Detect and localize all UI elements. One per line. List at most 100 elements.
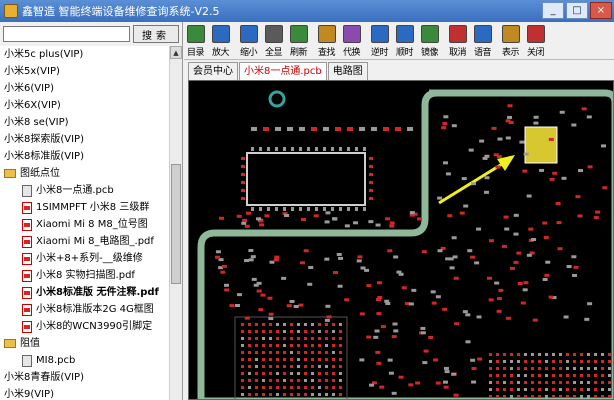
- toolbar-button-catalog[interactable]: 目录: [184, 22, 207, 60]
- pcb-pad: [573, 374, 576, 377]
- pcb-pad: [293, 304, 299, 308]
- pcb-pad: [563, 315, 569, 319]
- scroll-up-icon[interactable]: ▲: [170, 46, 182, 59]
- tab-1[interactable]: 小米8一点通.pcb: [239, 62, 327, 81]
- tree-item[interactable]: 小米6(VIP): [0, 80, 170, 97]
- tree-item[interactable]: 小米8标准版本2G 4G框图: [0, 301, 170, 318]
- tree-item[interactable]: 1SIMMPFT 小米8 三级群: [0, 199, 170, 216]
- tree-item[interactable]: Xiaomi Mi 8 M8_位号图: [0, 216, 170, 233]
- pcb-pad: [556, 221, 562, 225]
- pcb-pad: [241, 181, 245, 184]
- pcb-pad: [332, 372, 335, 375]
- toolbar-button-replace[interactable]: 代换: [340, 22, 363, 60]
- pcb-pad: [391, 391, 397, 395]
- pcb-pad: [256, 281, 262, 285]
- pcb-pad: [297, 393, 300, 396]
- pcb-pad: [522, 288, 528, 292]
- tree-item[interactable]: 小米8标准版(VIP): [0, 148, 170, 165]
- pcb-board-drawing[interactable]: [189, 81, 614, 400]
- tab-0[interactable]: 会员中心: [188, 62, 238, 80]
- tree-item[interactable]: 小米5c plus(VIP): [0, 46, 170, 63]
- tree-item[interactable]: 小米8的WCN3990引脚定: [0, 318, 170, 335]
- pcb-pad: [332, 217, 338, 221]
- pcb-pad: [324, 318, 330, 322]
- minimize-button[interactable]: _: [542, 2, 564, 19]
- pcb-pad: [387, 249, 393, 253]
- pdf-file-icon: [22, 235, 32, 248]
- tree-item-label: MI8.pcb: [36, 355, 76, 366]
- toolbar-button-voice[interactable]: 语音: [471, 22, 494, 60]
- pcb-pad: [594, 353, 597, 356]
- pcb-pad: [573, 381, 576, 384]
- pcb-pad: [311, 351, 314, 354]
- pcb-pad: [359, 312, 365, 316]
- pcb-pad: [241, 365, 244, 368]
- search-button[interactable]: 搜索: [133, 25, 179, 43]
- pcb-pad: [311, 330, 314, 333]
- toolbar-button-rotate-ccw[interactable]: 逆时: [368, 22, 391, 60]
- tree-item[interactable]: 小米8 se(VIP): [0, 114, 170, 131]
- toolbar-button-display[interactable]: 表示: [499, 22, 522, 60]
- pcb-pad: [552, 388, 555, 391]
- pcb-pad: [559, 367, 562, 370]
- pcb-pad: [555, 202, 561, 206]
- toolbar-button-zoom-in[interactable]: 放大: [209, 22, 232, 60]
- toolbar-button-label: 缩小: [239, 48, 258, 58]
- tree-scrollbar[interactable]: ▲: [169, 46, 182, 400]
- pcb-pad: [559, 395, 562, 398]
- tree-item[interactable]: 小米8 实物扫描图.pdf: [0, 267, 170, 284]
- tree-item[interactable]: 小米9(VIP): [0, 386, 170, 400]
- pcb-pad: [459, 211, 465, 215]
- pcb-pad: [311, 372, 314, 375]
- pcb-pad: [269, 344, 272, 347]
- pcb-board-view[interactable]: [188, 80, 614, 400]
- pcb-pad: [496, 360, 499, 363]
- tree-item[interactable]: 小米8一点通.pcb: [0, 182, 170, 199]
- close-window-button[interactable]: ×: [590, 2, 612, 19]
- search-input[interactable]: [3, 26, 130, 42]
- maximize-button[interactable]: □: [566, 2, 588, 19]
- tab-2[interactable]: 电路图: [327, 62, 368, 80]
- tree-item[interactable]: 小米6X(VIP): [0, 97, 170, 114]
- tree-item-label: 小米9(VIP): [4, 389, 54, 400]
- pcb-pad: [315, 207, 318, 211]
- pcb-pad: [522, 169, 528, 173]
- tree-item[interactable]: 小米5x(VIP): [0, 63, 170, 80]
- scroll-thumb[interactable]: [171, 164, 181, 284]
- pcb-pad: [608, 388, 611, 391]
- toolbar-button-zoom-out[interactable]: 缩小: [237, 22, 260, 60]
- pcb-pad: [269, 372, 272, 375]
- toolbar-button-rotate-cw[interactable]: 顺时: [393, 22, 416, 60]
- pcb-pad: [248, 379, 251, 382]
- pcb-pad: [360, 266, 366, 270]
- pcb-pad: [496, 395, 499, 398]
- toolbar-button-find[interactable]: 查找: [315, 22, 338, 60]
- pcb-pad: [224, 288, 230, 292]
- pcb-pad: [524, 353, 527, 356]
- pcb-pad: [435, 381, 441, 385]
- tree-item[interactable]: 小米8青春版(VIP): [0, 369, 170, 386]
- pcb-pad: [517, 381, 520, 384]
- pcb-pad: [601, 395, 604, 398]
- pcb-pad: [323, 127, 329, 131]
- tree-folder[interactable]: 阻值: [0, 335, 170, 352]
- toolbar-button-close[interactable]: 关闭: [524, 22, 547, 60]
- tree-item[interactable]: MI8.pcb: [0, 352, 170, 369]
- tree-item[interactable]: 小米8探索版(VIP): [0, 131, 170, 148]
- pcb-pad: [325, 351, 328, 354]
- pcb-pad: [510, 374, 513, 377]
- pcb-pad: [533, 121, 539, 125]
- tree-item[interactable]: Xiaomi Mi 8_电路图_.pdf: [0, 233, 170, 250]
- pdf-file-icon: [22, 269, 32, 282]
- pcb-pad: [242, 218, 248, 222]
- pcb-pad: [422, 361, 428, 365]
- toolbar-button-fit[interactable]: 全显: [262, 22, 285, 60]
- tree-folder[interactable]: 图纸点位: [0, 165, 170, 182]
- toolbar-button-refresh[interactable]: 刷新: [287, 22, 310, 60]
- tree-item[interactable]: 小米8标准版 无件注释.pdf: [0, 284, 170, 301]
- toolbar-button-cancel[interactable]: 取消: [446, 22, 469, 60]
- pcb-pad: [318, 386, 321, 389]
- pcb-pad: [290, 358, 293, 361]
- toolbar-button-mirror[interactable]: 镜像: [418, 22, 441, 60]
- tree-item[interactable]: 小米+8+系列-__级维修: [0, 250, 170, 267]
